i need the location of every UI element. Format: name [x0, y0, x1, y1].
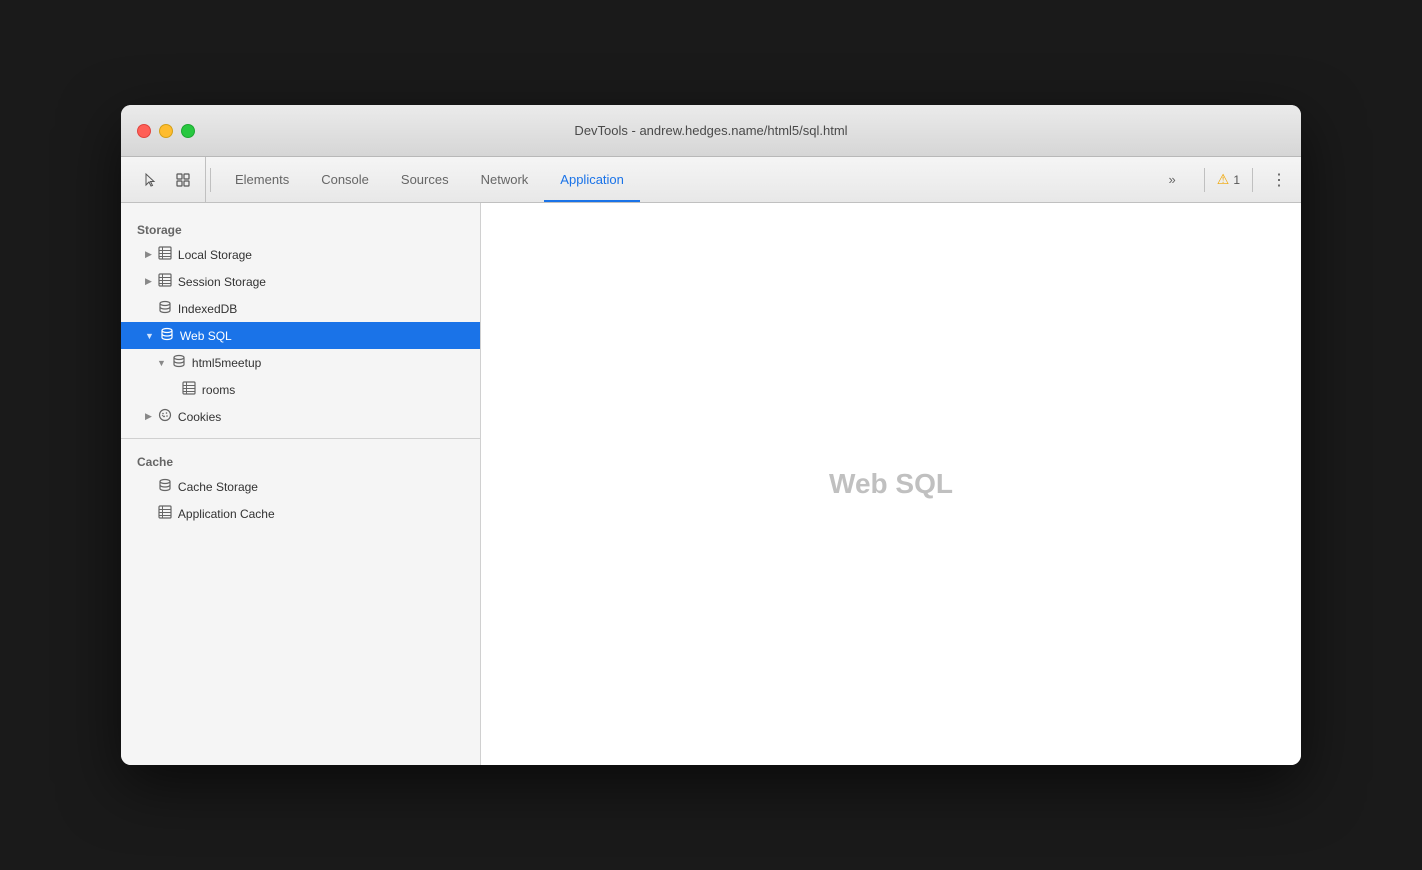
- db-icon: [160, 327, 174, 344]
- sidebar: Storage ▶ Local Storage ▶: [121, 203, 481, 765]
- storage-section-label: Storage: [121, 215, 480, 241]
- rooms-label: rooms: [202, 383, 235, 397]
- sidebar-item-web-sql[interactable]: ▼ Web SQL: [121, 322, 480, 349]
- traffic-lights: [137, 124, 195, 138]
- sidebar-item-cookies[interactable]: ▶ Cookies: [121, 403, 480, 430]
- arrow-icon: ▶: [145, 276, 152, 287]
- more-options-button[interactable]: ⋮: [1265, 166, 1293, 194]
- content-panel: Web SQL: [481, 203, 1301, 765]
- cursor-icon[interactable]: [137, 166, 165, 194]
- toolbar-right: » ⚠ 1 ⋮: [1153, 166, 1293, 194]
- session-storage-label: Session Storage: [178, 275, 266, 289]
- sidebar-item-local-storage[interactable]: ▶ Local Storage: [121, 241, 480, 268]
- db-icon: [158, 478, 172, 495]
- inspect-icon[interactable]: [169, 166, 197, 194]
- devtools-window: DevTools - andrew.hedges.name/html5/sql.…: [121, 105, 1301, 765]
- tab-elements[interactable]: Elements: [219, 157, 305, 202]
- warning-icon: ⚠: [1217, 171, 1230, 188]
- minimize-button[interactable]: [159, 124, 173, 138]
- sidebar-item-indexeddb[interactable]: ▶ IndexedDB: [121, 295, 480, 322]
- db-icon: [158, 300, 172, 317]
- db-icon: [172, 354, 186, 371]
- tab-console[interactable]: Console: [305, 157, 385, 202]
- arrow-icon: ▶: [145, 249, 152, 260]
- tab-more[interactable]: »: [1153, 172, 1192, 187]
- arrow-icon: ▼: [157, 358, 166, 368]
- toolbar-divider: [210, 168, 211, 192]
- arrow-icon: ▼: [145, 331, 154, 341]
- sidebar-item-application-cache[interactable]: ▶ Application Cache: [121, 500, 480, 527]
- right-divider-2: [1252, 168, 1253, 192]
- right-divider: [1204, 168, 1205, 192]
- window-title: DevTools - andrew.hedges.name/html5/sql.…: [574, 123, 847, 138]
- html5meetup-label: html5meetup: [192, 356, 261, 370]
- close-button[interactable]: [137, 124, 151, 138]
- toolbar-icons: [129, 157, 206, 202]
- cache-storage-label: Cache Storage: [178, 480, 258, 494]
- cookie-icon: [158, 408, 172, 425]
- cache-section-label: Cache: [121, 447, 480, 473]
- table-icon: [158, 273, 172, 290]
- table-icon: [158, 505, 172, 522]
- sidebar-item-html5meetup[interactable]: ▼ html5meetup: [121, 349, 480, 376]
- toolbar: Elements Console Sources Network Applica…: [121, 157, 1301, 203]
- sidebar-item-session-storage[interactable]: ▶ Session Storage: [121, 268, 480, 295]
- sidebar-item-cache-storage[interactable]: ▶ Cache Storage: [121, 473, 480, 500]
- maximize-button[interactable]: [181, 124, 195, 138]
- local-storage-label: Local Storage: [178, 248, 252, 262]
- title-bar: DevTools - andrew.hedges.name/html5/sql.…: [121, 105, 1301, 157]
- table-icon: [158, 246, 172, 263]
- sidebar-divider: [121, 438, 480, 439]
- tab-network[interactable]: Network: [465, 157, 545, 202]
- table-icon: [182, 381, 196, 398]
- sidebar-item-rooms[interactable]: ▶ rooms: [121, 376, 480, 403]
- indexeddb-label: IndexedDB: [178, 302, 237, 316]
- web-sql-label: Web SQL: [180, 329, 232, 343]
- tab-bar: Elements Console Sources Network Applica…: [215, 157, 644, 202]
- tab-application[interactable]: Application: [544, 157, 640, 202]
- tab-sources[interactable]: Sources: [385, 157, 465, 202]
- arrow-icon: ▶: [145, 411, 152, 422]
- content-placeholder: Web SQL: [829, 468, 953, 500]
- warning-badge[interactable]: ⚠ 1: [1217, 171, 1240, 188]
- application-cache-label: Application Cache: [178, 507, 275, 521]
- main-area: Storage ▶ Local Storage ▶: [121, 203, 1301, 765]
- cookies-label: Cookies: [178, 410, 221, 424]
